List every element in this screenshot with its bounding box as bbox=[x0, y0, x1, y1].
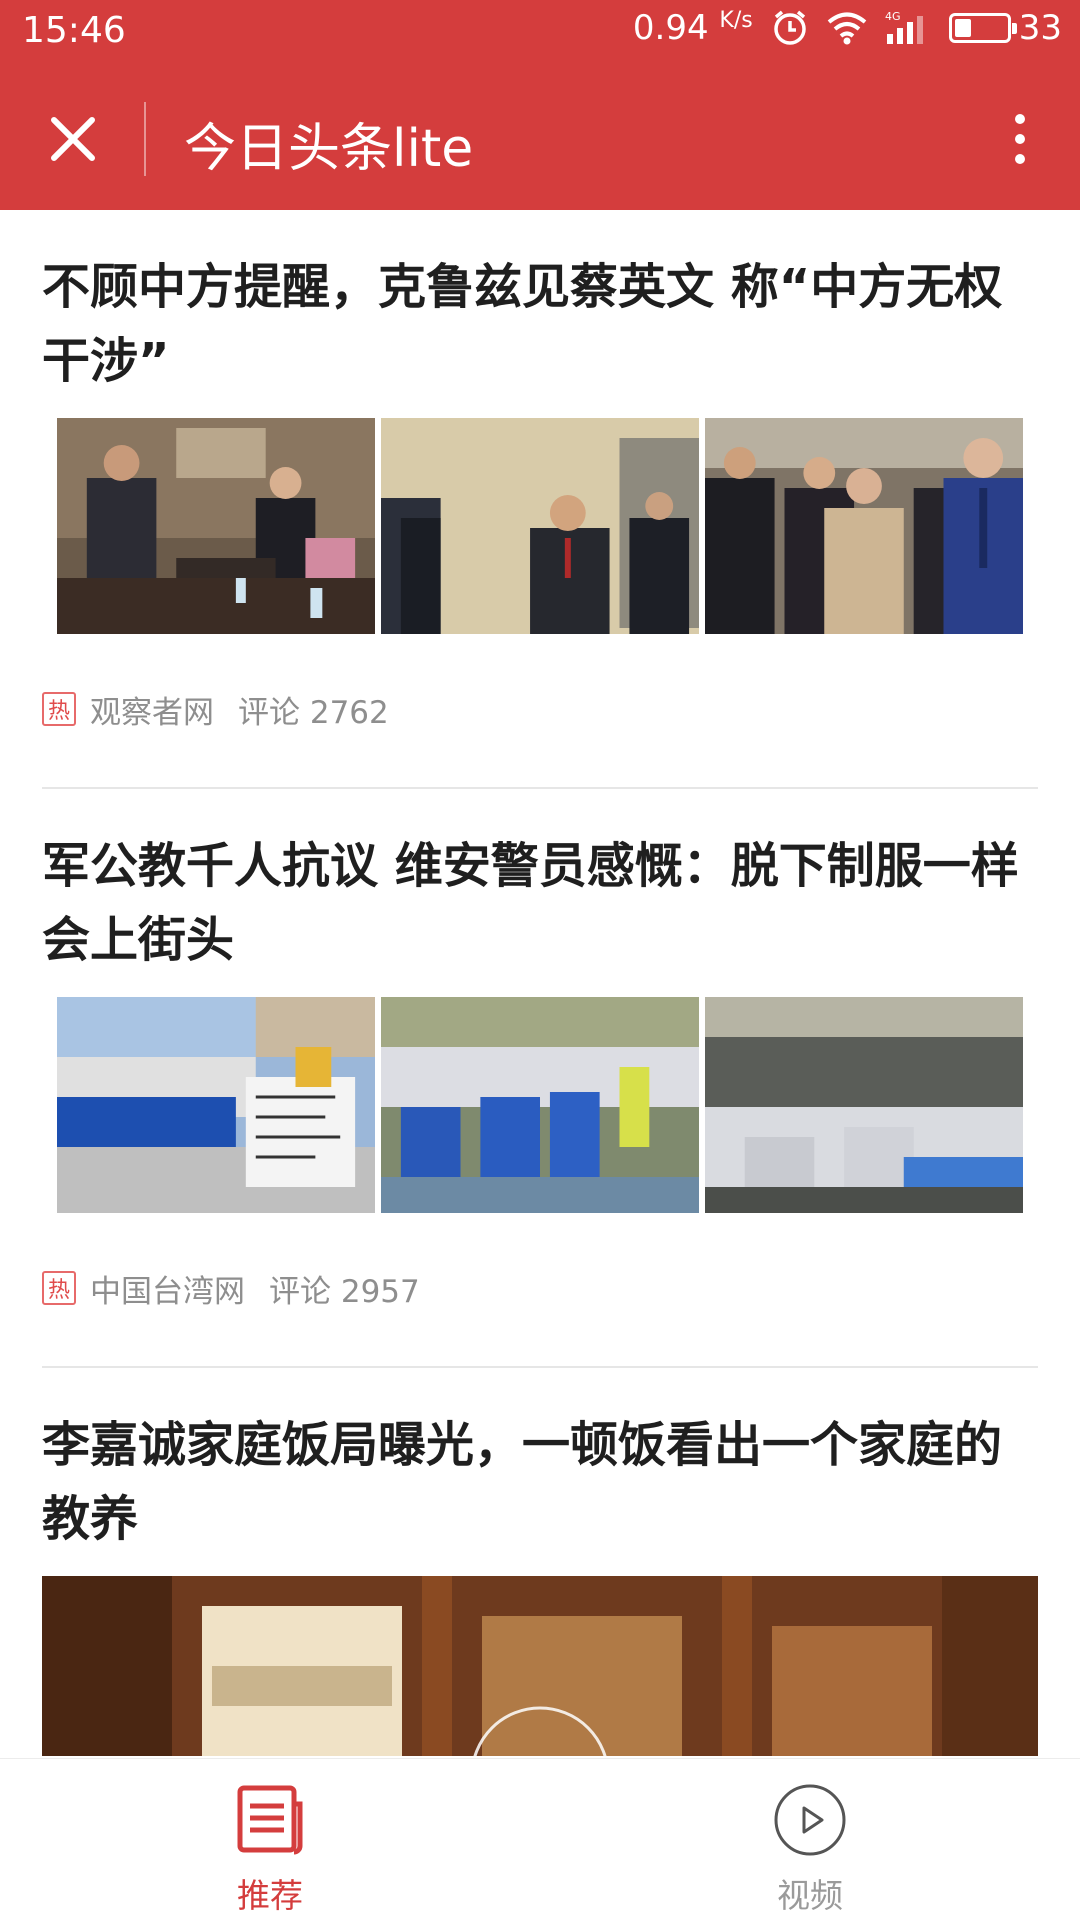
article-image-row bbox=[57, 418, 1023, 634]
article-thumbnail[interactable] bbox=[381, 418, 699, 634]
article-meta: 热 观察者网 评论 2762 bbox=[42, 689, 1038, 731]
battery-indicator: 33 bbox=[948, 8, 1062, 48]
app-bar-divider bbox=[144, 102, 146, 176]
network-speed-unit: K/s bbox=[719, 8, 753, 33]
hot-badge: 热 bbox=[42, 692, 76, 726]
feed-article[interactable]: 不顾中方提醒，克鲁兹见蔡英文 称“中方无权干涉” 热 观察者网 评论 2762 bbox=[0, 210, 1080, 789]
tab-recommend[interactable]: 推荐 bbox=[170, 1777, 370, 1917]
status-time: 15:46 bbox=[22, 10, 126, 51]
news-icon bbox=[170, 1777, 370, 1863]
article-thumbnail[interactable] bbox=[705, 997, 1023, 1213]
article-source: 中国台湾网 bbox=[90, 1273, 245, 1310]
tab-recommend-label: 推荐 bbox=[237, 1876, 303, 1915]
article-title[interactable]: 李嘉诚家庭饭局曝光，一顿饭看出一个家庭的教养 bbox=[42, 1368, 1038, 1556]
more-vertical-icon-dot bbox=[1015, 154, 1025, 164]
hot-badge: 热 bbox=[42, 1271, 76, 1305]
article-cover-image[interactable] bbox=[42, 1576, 1038, 1756]
article-thumbnail[interactable] bbox=[57, 997, 375, 1213]
news-feed[interactable]: 不顾中方提醒，克鲁兹见蔡英文 称“中方无权干涉” 热 观察者网 评论 2762 … bbox=[0, 210, 1080, 1758]
alarm-icon bbox=[771, 9, 809, 47]
article-image-row bbox=[57, 997, 1023, 1213]
article-comment-count: 评论 2957 bbox=[269, 1273, 420, 1310]
network-type-label: 4G bbox=[885, 10, 901, 23]
app-title: 今日头条lite bbox=[184, 119, 474, 179]
bottom-navigation: 推荐 视频 bbox=[0, 1758, 1080, 1921]
battery-icon bbox=[948, 13, 1017, 43]
battery-percent: 33 bbox=[1018, 8, 1062, 48]
close-icon bbox=[51, 117, 95, 161]
article-thumbnail[interactable] bbox=[705, 418, 1023, 634]
wifi-icon bbox=[827, 11, 867, 45]
article-title[interactable]: 不顾中方提醒，克鲁兹见蔡英文 称“中方无权干涉” bbox=[42, 210, 1038, 398]
tab-video-label: 视频 bbox=[777, 1876, 843, 1915]
article-comment-count: 评论 2762 bbox=[238, 694, 389, 731]
feed-article[interactable]: 李嘉诚家庭饭局曝光，一顿饭看出一个家庭的教养 bbox=[0, 1368, 1080, 1756]
status-icons: 0.94 K/s 4G 33 bbox=[633, 8, 1062, 48]
more-vertical-icon-dot bbox=[1015, 134, 1025, 144]
article-thumbnail[interactable] bbox=[57, 418, 375, 634]
cellular-signal-icon: 4G bbox=[885, 10, 931, 46]
tab-video[interactable]: 视频 bbox=[710, 1777, 910, 1917]
network-speed: 0.94 K/s bbox=[633, 8, 753, 48]
article-source: 观察者网 bbox=[90, 694, 214, 731]
network-speed-value: 0.94 bbox=[632, 8, 709, 48]
article-title[interactable]: 军公教千人抗议 维安警员感慨：脱下制服一样会上街头 bbox=[42, 789, 1038, 977]
battery-fill bbox=[954, 19, 972, 37]
app-bar: 今日头条lite bbox=[0, 64, 1080, 210]
play-circle-icon bbox=[710, 1777, 910, 1863]
feed-article[interactable]: 军公教千人抗议 维安警员感慨：脱下制服一样会上街头 热 中国台湾网 评论 295… bbox=[0, 789, 1080, 1368]
article-thumbnail[interactable] bbox=[381, 997, 699, 1213]
status-bar: 15:46 0.94 K/s 4G 33 bbox=[0, 0, 1080, 64]
article-meta: 热 中国台湾网 评论 2957 bbox=[42, 1268, 1038, 1310]
close-button[interactable] bbox=[38, 104, 108, 174]
more-options-button[interactable] bbox=[990, 102, 1050, 176]
more-vertical-icon bbox=[1015, 114, 1025, 124]
